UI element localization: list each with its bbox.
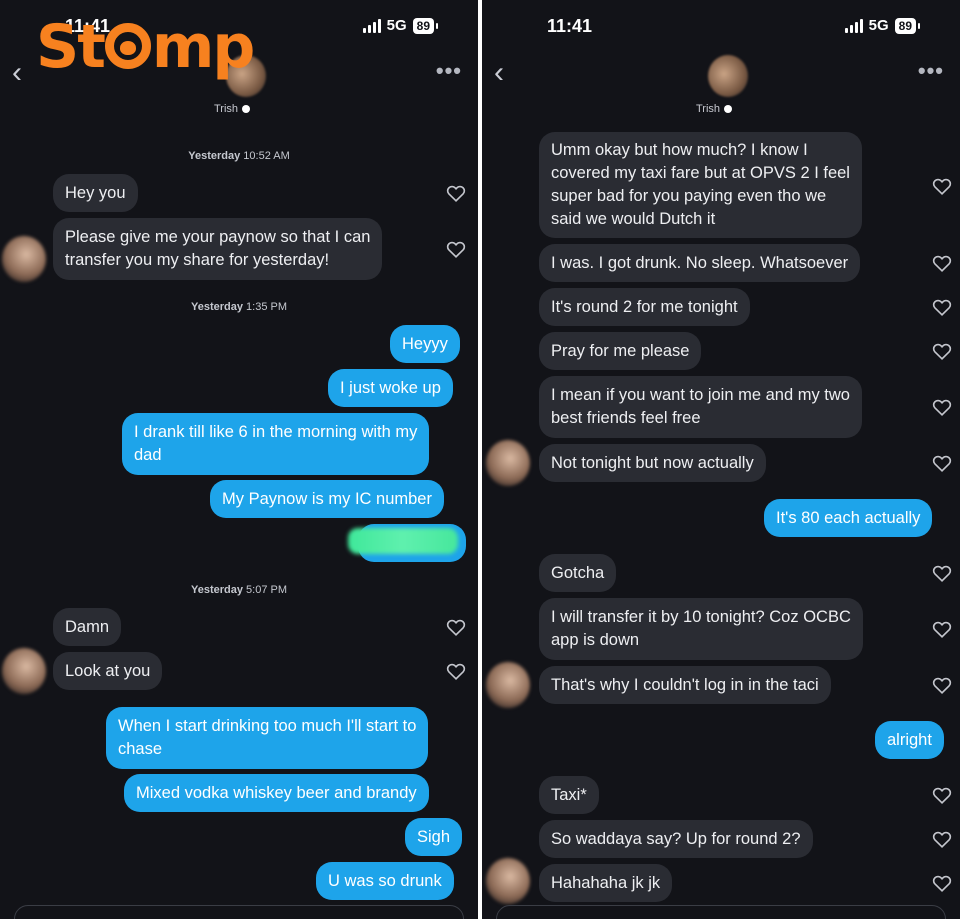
message-bubble[interactable]: Please give me your paynow so that I can… — [53, 218, 383, 280]
timestamp: Yesterday 1:35 PM — [190, 301, 287, 313]
message-bubble[interactable]: Mixed vodka whiskey beer and brandy — [124, 774, 429, 812]
message-bubble[interactable]: I will transfer it by 10 tonight? Coz OC… — [539, 598, 863, 660]
avatar[interactable] — [486, 858, 530, 904]
heart-icon[interactable] — [931, 872, 953, 894]
message-bubble[interactable]: Look at you — [53, 652, 163, 690]
heart-icon[interactable] — [931, 452, 953, 474]
status-time: 11:41 — [547, 16, 593, 36]
online-indicator-icon — [724, 105, 733, 113]
redaction-mark — [348, 528, 458, 554]
heart-icon[interactable] — [931, 562, 953, 584]
message-input[interactable] — [496, 905, 946, 919]
contact-avatar[interactable] — [708, 55, 748, 97]
heart-icon[interactable] — [931, 396, 953, 418]
avatar[interactable] — [2, 236, 46, 282]
battery-icon: 89 — [412, 17, 439, 34]
message-bubble[interactable]: It's round 2 for me tonight — [539, 288, 750, 326]
message-bubble[interactable]: U was so drunk — [316, 862, 454, 900]
heart-icon[interactable] — [931, 252, 953, 274]
message-bubble[interactable]: Damn — [53, 608, 122, 646]
message-bubble[interactable]: Pray for me please — [539, 332, 702, 370]
stomp-logo: St mp — [36, 12, 255, 82]
message-bubble[interactable]: When I start drinking too much I'll star… — [106, 707, 429, 769]
heart-icon[interactable] — [445, 616, 467, 638]
heart-icon[interactable] — [931, 784, 953, 806]
back-icon[interactable]: ‹ — [494, 58, 504, 88]
network-label: 5G — [386, 17, 407, 34]
status-bar: 5G 89 — [844, 17, 921, 34]
right-screenshot: 11:41 5G 89 ‹ ••• Trish Umm okay but how… — [482, 0, 960, 919]
heart-icon[interactable] — [931, 296, 953, 318]
message-bubble[interactable]: I drank till like 6 in the morning with … — [122, 413, 430, 475]
message-bubble[interactable]: Gotcha — [539, 554, 617, 592]
message-bubble[interactable]: Not tonight but now actually — [539, 444, 766, 482]
heart-icon[interactable] — [931, 674, 953, 696]
avatar[interactable] — [486, 662, 530, 708]
message-bubble[interactable]: I mean if you want to join me and my two… — [539, 376, 862, 438]
left-screenshot: 11:41 5G 89 ‹ ••• Trish Yesterday 10:52 … — [0, 0, 478, 919]
message-bubble[interactable]: Hahahaha jk jk — [539, 864, 673, 902]
heart-icon[interactable] — [445, 238, 467, 260]
message-bubble[interactable]: Hey you — [53, 174, 138, 212]
online-indicator-icon — [242, 105, 251, 113]
timestamp: Yesterday 10:52 AM — [188, 150, 290, 162]
back-icon[interactable]: ‹ — [12, 58, 22, 88]
timestamp: Yesterday 5:07 PM — [190, 584, 287, 596]
message-input[interactable] — [14, 905, 464, 919]
message-bubble[interactable]: Sigh — [405, 818, 463, 856]
contact-name[interactable]: Trish — [696, 103, 733, 115]
message-bubble[interactable]: Taxi* — [539, 776, 599, 814]
message-bubble[interactable]: Umm okay but how much? I know Icovered m… — [539, 132, 862, 238]
paw-icon — [104, 23, 151, 69]
heart-icon[interactable] — [445, 182, 467, 204]
heart-icon[interactable] — [931, 828, 953, 850]
signal-icon — [362, 18, 381, 33]
more-icon[interactable]: ••• — [918, 58, 944, 84]
status-bar: 5G 89 — [362, 17, 439, 34]
contact-name[interactable]: Trish — [214, 103, 251, 115]
avatar[interactable] — [2, 648, 46, 694]
more-icon[interactable]: ••• — [436, 58, 462, 84]
network-label: 5G — [868, 17, 889, 34]
message-bubble[interactable]: It's 80 each actually — [764, 499, 933, 537]
message-bubble[interactable]: So waddaya say? Up for round 2? — [539, 820, 813, 858]
message-bubble[interactable]: alright — [875, 721, 944, 759]
heart-icon[interactable] — [931, 618, 953, 640]
heart-icon[interactable] — [931, 175, 953, 197]
avatar[interactable] — [486, 440, 530, 486]
message-bubble[interactable]: Heyyy — [390, 325, 460, 363]
message-bubble[interactable]: My Paynow is my IC number — [210, 480, 444, 518]
message-bubble[interactable]: I was. I got drunk. No sleep. Whatsoever — [539, 244, 861, 282]
battery-icon: 89 — [894, 17, 921, 34]
message-bubble[interactable]: That's why I couldn't log in in the taci — [539, 666, 831, 704]
signal-icon — [844, 18, 863, 33]
heart-icon[interactable] — [445, 660, 467, 682]
heart-icon[interactable] — [931, 340, 953, 362]
message-bubble[interactable]: I just woke up — [328, 369, 453, 407]
